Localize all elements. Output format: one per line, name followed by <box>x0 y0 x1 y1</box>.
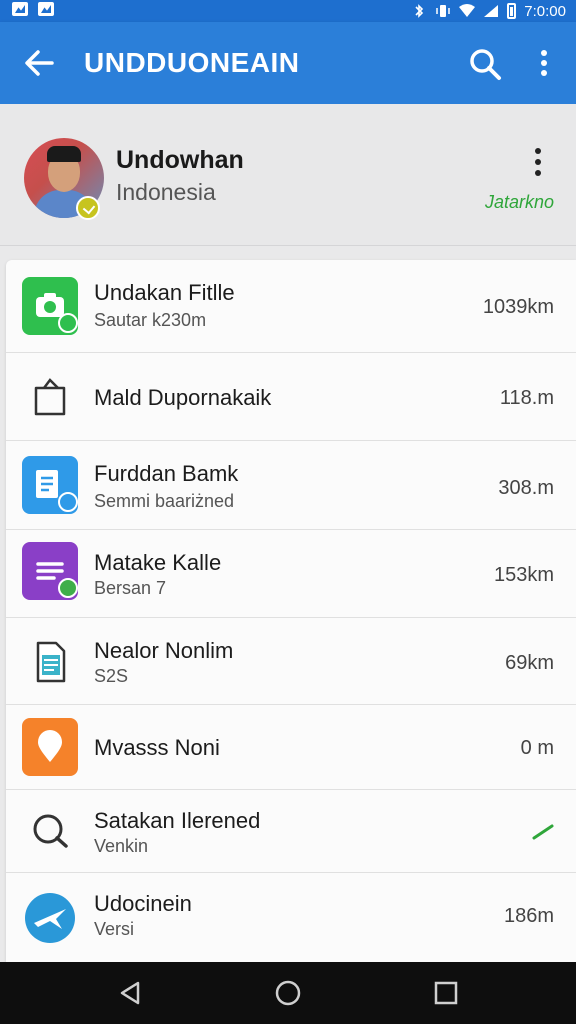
app-bar: UNDDUONEAIN <box>0 22 576 104</box>
list-item[interactable]: Matake Kalle Bersan 7 153km <box>6 530 576 618</box>
nav-back-icon[interactable] <box>116 979 144 1007</box>
checkmark-icon <box>532 824 554 840</box>
search-icon <box>33 814 68 848</box>
item-title: Satakan Ilerened <box>94 808 261 833</box>
item-subtitle: Semmi baariżned <box>94 491 235 511</box>
item-value: 186m <box>503 905 554 927</box>
blue-plane-icon <box>22 889 78 947</box>
battery-icon <box>507 3 517 19</box>
orange-location-icon <box>22 718 78 776</box>
list-item[interactable]: Mvasss Noni 0 m <box>6 705 576 790</box>
vibrate-icon <box>436 5 451 17</box>
item-title: Undakan Fitlle <box>94 280 235 305</box>
signal-icon <box>484 5 499 17</box>
list-item[interactable]: Satakan Ilerened Venkin <box>6 790 576 873</box>
wifi-icon <box>459 4 476 17</box>
item-value: 153km <box>493 564 554 586</box>
item-subtitle: Bersan 7 <box>94 578 167 598</box>
item-title: Mvasss Noni <box>94 735 220 760</box>
list-item[interactable]: Furddan Bamk Semmi baariżned 308.m <box>6 441 576 530</box>
item-value: 1039km <box>482 296 554 318</box>
item-title: Mald Dupornakaik <box>94 385 272 410</box>
back-arrow-icon[interactable] <box>22 46 56 80</box>
status-time: 7:0:00 <box>524 2 566 20</box>
bag-icon <box>34 378 66 416</box>
green-camera-icon <box>22 277 78 335</box>
image-notification-icon <box>38 2 54 16</box>
list-item[interactable]: Mald Dupornakaik 118.m <box>6 353 576 441</box>
more-options-icon[interactable] <box>532 48 556 78</box>
nav-home-icon[interactable] <box>274 979 302 1007</box>
nav-recents-icon[interactable] <box>432 979 460 1007</box>
list-item[interactable]: Udocinein Versi 186m <box>6 873 576 962</box>
profile-name: Undowhan <box>116 146 244 174</box>
item-list: Undakan Fitlle Sautar k230m 1039km Mald … <box>6 260 576 962</box>
item-title: Matake Kalle <box>94 550 222 575</box>
item-subtitle: Venkin <box>94 836 149 856</box>
item-title: Furddan Bamk <box>94 461 239 486</box>
item-title: Udocinein <box>94 891 192 916</box>
blue-document-icon <box>22 456 78 514</box>
list-item[interactable]: Undakan Fitlle Sautar k230m 1039km <box>6 260 576 353</box>
profile-header: Undowhan Indonesia Jatarkno <box>0 104 576 246</box>
item-value: 118.m <box>499 387 554 409</box>
search-icon[interactable] <box>468 47 502 81</box>
document-icon <box>36 641 66 683</box>
profile-status[interactable]: Jatarkno <box>485 192 554 213</box>
item-subtitle: Versi <box>94 919 135 939</box>
navigation-bar <box>0 962 576 1024</box>
purple-list-icon <box>22 542 78 600</box>
page-title: UNDDUONEAIN <box>84 47 300 78</box>
item-subtitle: Sautar k230m <box>94 310 207 330</box>
profile-country: Indonesia <box>116 179 216 205</box>
bluetooth-icon <box>415 4 424 18</box>
item-value: 69km <box>505 652 554 674</box>
item-title: Nealor Nonlim <box>94 638 234 663</box>
item-value: 308.m <box>498 477 554 499</box>
notification-icon <box>12 2 28 16</box>
item-subtitle: S2S <box>94 666 129 686</box>
verified-badge-icon <box>76 196 100 220</box>
item-value: 0 m <box>520 737 554 759</box>
status-bar: 7:0:00 <box>0 0 576 22</box>
profile-menu-icon[interactable] <box>528 146 548 178</box>
list-item[interactable]: Nealor Nonlim S2S 69km <box>6 618 576 705</box>
